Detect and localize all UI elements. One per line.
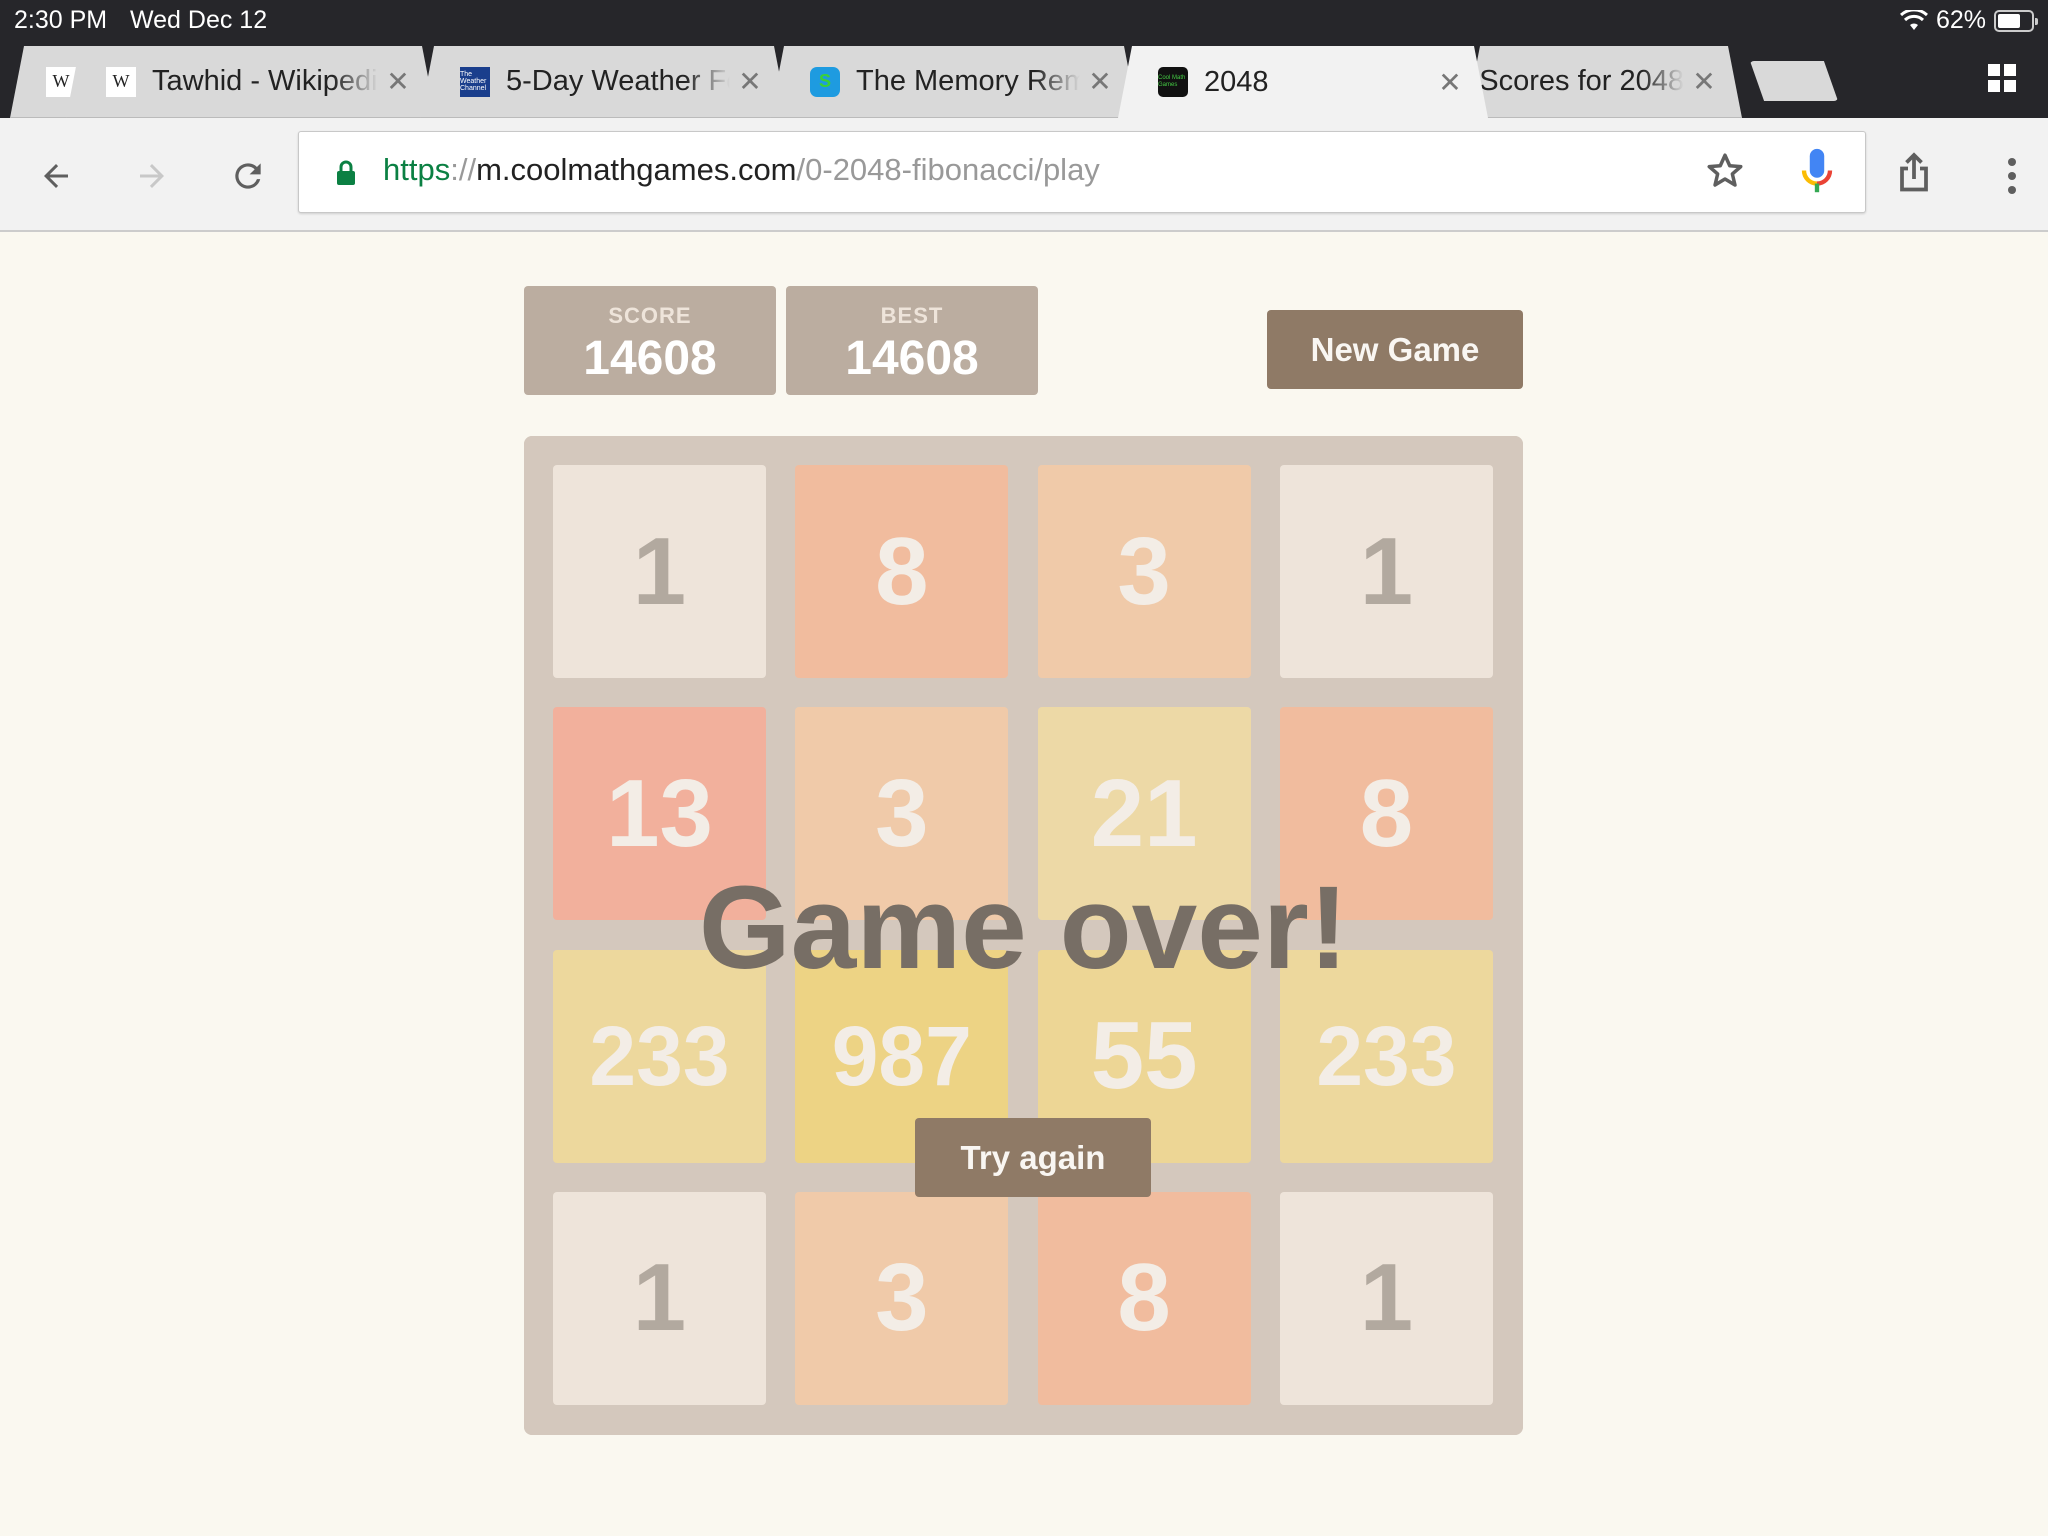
best-box: BEST 14608: [786, 286, 1038, 395]
microphone-icon[interactable]: [1799, 146, 1835, 198]
forward-button[interactable]: [130, 154, 174, 198]
battery-percent: 62%: [1935, 6, 1986, 34]
back-arrow-icon: [44, 164, 68, 188]
close-tab-icon[interactable]: ✕: [1430, 66, 1470, 99]
tab-title: 5-Day Weather Forecast: [506, 65, 727, 97]
status-date: Wed Dec 12: [130, 6, 268, 34]
score-box: SCORE 14608: [524, 286, 776, 395]
tab-2048[interactable]: Cool Math Games 2048 ✕: [1118, 46, 1488, 118]
tab-weather[interactable]: The Weather Channel 5-Day Weather Foreca…: [420, 46, 788, 118]
wifi-icon: [1899, 9, 1928, 30]
best-label: BEST: [880, 303, 944, 328]
address-bar[interactable]: https://m.coolmathgames.com/0-2048-fibon…: [298, 131, 1866, 213]
best-value: 14608: [845, 332, 979, 385]
forward-arrow-icon: [140, 164, 164, 188]
menu-icon[interactable]: [1990, 154, 2034, 198]
battery-icon: [1994, 9, 2038, 32]
status-right: 62%: [1899, 6, 2038, 35]
tab-switcher-icon[interactable]: [1988, 64, 2016, 92]
status-bar: 2:30 PM Wed Dec 12 62%: [0, 0, 2048, 46]
status-time: 2:30 PM: [14, 6, 108, 34]
tab-memory[interactable]: S The Memory Remains ✕: [770, 46, 1138, 118]
reload-button[interactable]: [226, 154, 270, 198]
coolmath-favicon: Cool Math Games: [1158, 67, 1188, 97]
weather-channel-favicon: The Weather Channel: [460, 67, 490, 97]
back-button[interactable]: [34, 154, 78, 198]
new-tab-button[interactable]: [1750, 61, 1838, 101]
lock-icon: [337, 160, 355, 185]
bookmark-star-icon[interactable]: [1704, 150, 1746, 192]
share-icon[interactable]: [1896, 152, 1932, 194]
tab-high-scores[interactable]: High Scores for 2048 ✕: [1466, 46, 1742, 118]
new-game-button[interactable]: New Game: [1267, 310, 1523, 389]
tab-tawhid-wikipedia[interactable]: W Tawhid - Wikipedia ✕: [66, 46, 436, 118]
close-tab-icon[interactable]: ✕: [1080, 65, 1120, 98]
tab-title: The Memory Remains: [856, 65, 1080, 97]
tab-title: High Scores for 2048: [1479, 65, 1684, 97]
close-tab-icon[interactable]: ✕: [1684, 65, 1724, 98]
try-again-button[interactable]: Try again: [915, 1118, 1151, 1197]
score-label: SCORE: [608, 303, 692, 328]
score-value: 14608: [583, 332, 717, 385]
browser-toolbar: https://m.coolmathgames.com/0-2048-fibon…: [0, 118, 2048, 232]
tab-bar: W W Tawhid - Wikipedia ✕ The Weather Cha…: [0, 46, 2048, 118]
close-tab-icon[interactable]: ✕: [730, 65, 770, 98]
url-text[interactable]: https://m.coolmathgames.com/0-2048-fibon…: [383, 152, 1100, 188]
tab-title: 2048: [1204, 65, 1269, 98]
close-tab-icon[interactable]: ✕: [378, 65, 418, 98]
memory-app-favicon: S: [810, 67, 840, 97]
wikipedia-favicon: W: [106, 67, 136, 97]
game-over-message: Game over!: [698, 862, 1349, 994]
tab-title: Tawhid - Wikipedia: [152, 65, 378, 97]
reload-icon: [235, 163, 261, 189]
